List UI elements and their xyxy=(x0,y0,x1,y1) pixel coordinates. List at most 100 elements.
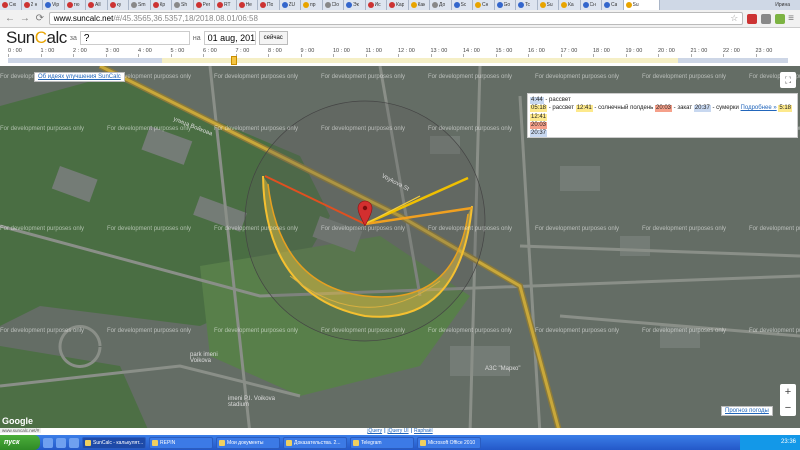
tab-favicon-icon xyxy=(475,2,481,8)
hour-tick-label: 12 : 00 xyxy=(398,48,415,57)
quicklaunch-icon[interactable] xyxy=(56,437,66,448)
hour-tick-label: 4 : 00 xyxy=(138,48,152,57)
extension-icon[interactable] xyxy=(761,13,772,24)
taskbar-window-button[interactable]: REPIN xyxy=(149,436,213,449)
browser-tab[interactable]: Эк xyxy=(344,0,366,10)
taskbar-window-button[interactable]: SunCalc - калькулят... xyxy=(82,436,146,449)
browser-tab[interactable]: Как xyxy=(408,0,430,10)
improve-suncalc-link[interactable]: Об идеях улучшения SunCalc xyxy=(34,72,125,82)
browser-tab[interactable]: Vip xyxy=(43,0,65,10)
jquery-link[interactable]: jQuery xyxy=(367,428,382,434)
tab-label: Сн xyxy=(589,2,596,8)
browser-tab[interactable]: До xyxy=(430,0,452,10)
taskbar-window-button[interactable]: Мои документы xyxy=(216,436,280,449)
zoom-in-button[interactable]: + xyxy=(780,384,796,400)
browser-tab[interactable]: 2 н xyxy=(21,0,43,10)
hour-tick-label: 15 : 00 xyxy=(495,48,513,57)
dev-watermark: For development purposes only xyxy=(428,226,513,232)
tab-favicon-icon xyxy=(410,2,417,8)
time-slider[interactable]: 0 : 00 1 : 00 2 : 00 3 : 00 4 : 00 5 : 00 6 : … xyxy=(8,48,788,65)
menu-icon[interactable]: ≡ xyxy=(785,13,797,25)
browser-tab[interactable]: Не xyxy=(236,0,258,10)
details-link[interactable]: Подробнее » xyxy=(741,105,777,111)
weather-forecast-link[interactable]: Прогноз погоды xyxy=(721,406,773,416)
quicklaunch-icon[interactable] xyxy=(43,437,53,448)
browser-tab[interactable]: Сн xyxy=(473,0,495,10)
tab-label: Кар xyxy=(396,2,405,8)
system-tray-clock[interactable]: 23:36 xyxy=(740,435,800,450)
hour-tick-label: 20 : 00 xyxy=(658,48,675,57)
forward-icon[interactable]: → xyxy=(19,13,31,25)
bookmark-star-icon[interactable]: ☆ xyxy=(730,13,738,24)
back-icon[interactable]: ← xyxy=(4,13,16,25)
tab-label: ку xyxy=(116,2,122,8)
browser-tab[interactable]: По xyxy=(258,0,280,10)
browser-tab[interactable]: ZU xyxy=(279,0,301,10)
today-button[interactable]: сейчас xyxy=(258,31,288,45)
place-input[interactable] xyxy=(79,31,190,45)
browser-tab[interactable]: пр xyxy=(301,0,323,10)
taskbar-window-button[interactable]: Доказательства. 2... xyxy=(283,436,347,449)
quicklaunch-icon[interactable] xyxy=(69,437,79,448)
raphael-link[interactable]: Raphaël xyxy=(414,428,433,434)
browser-tab[interactable]: Sm xyxy=(129,0,151,10)
taskbar-window-button[interactable]: Telegram xyxy=(350,436,414,449)
extension-icon[interactable] xyxy=(747,13,758,24)
start-button[interactable]: пуск xyxy=(0,435,40,450)
tab-label: Go xyxy=(503,2,511,8)
tab-favicon-icon xyxy=(88,2,94,8)
night-segment xyxy=(8,58,162,63)
tab-label: Кр xyxy=(159,2,166,8)
dusk-label: - сумерки xyxy=(712,105,739,112)
browser-tab[interactable]: Сю xyxy=(0,0,22,10)
browser-tab[interactable]: Su xyxy=(537,0,559,10)
extension-icon[interactable] xyxy=(775,13,786,24)
browser-tab[interactable]: Go xyxy=(494,0,516,10)
map-area[interactable]: For development purposes only For develop… xyxy=(0,66,800,434)
browser-tab[interactable]: Кр xyxy=(150,0,172,10)
zoom-out-button[interactable]: − xyxy=(780,400,796,416)
reload-icon[interactable]: ⟳ xyxy=(34,13,46,25)
hour-tick-label: 6 : 00 xyxy=(203,48,217,57)
google-logo: Google xyxy=(2,416,33,426)
browser-tab[interactable]: Clo xyxy=(322,0,344,10)
browser-tab[interactable]: RT xyxy=(215,0,237,10)
tab-favicon-icon xyxy=(2,2,8,8)
browser-tab[interactable]: All xyxy=(86,0,108,10)
dev-watermark: For development purposes only xyxy=(0,226,85,232)
tab-favicon-icon xyxy=(238,2,245,8)
browser-tab[interactable]: Sc xyxy=(451,0,473,10)
tab-label: Su xyxy=(546,2,553,8)
tab-favicon-icon xyxy=(496,2,503,8)
hour-ticks: 0 : 00 1 : 00 2 : 00 3 : 00 4 : 00 5 : 00 6 : … xyxy=(8,48,788,58)
browser-tab[interactable]: Ca xyxy=(602,0,624,10)
browser-tab[interactable]: тю xyxy=(64,0,86,10)
browser-tab[interactable]: Кар xyxy=(387,0,409,10)
tab-favicon-icon xyxy=(195,2,202,8)
browser-tab[interactable]: Per xyxy=(193,0,215,10)
browser-tab[interactable]: Сн xyxy=(580,0,602,10)
jqueryui-link[interactable]: jQuery UI xyxy=(387,428,408,434)
taskbar-window-button[interactable]: Microsoft Office 2010 xyxy=(417,436,481,449)
browser-tab[interactable]: Sh xyxy=(172,0,194,10)
dev-watermark: For development purposes only xyxy=(749,328,800,334)
tab-label: Сн xyxy=(482,2,489,8)
browser-toolbar: ← → ⟳ www.suncalc.net/#/45.3565,36.5357,… xyxy=(0,10,800,28)
browser-tab[interactable]: Ка xyxy=(559,0,581,10)
tab-label: Su xyxy=(632,2,639,8)
separator: | xyxy=(384,428,386,434)
tab-favicon-icon xyxy=(582,2,589,8)
profile-name[interactable]: Ирина xyxy=(775,0,790,10)
tab-favicon-icon xyxy=(152,2,159,8)
time-track[interactable] xyxy=(8,58,788,63)
browser-tab[interactable]: Su xyxy=(623,0,660,10)
date-input[interactable] xyxy=(203,31,256,45)
browser-tab[interactable]: Ис xyxy=(365,0,387,10)
time-slider-handle[interactable] xyxy=(231,56,238,65)
address-bar[interactable]: www.suncalc.net/#/45.3565,36.5357,18/201… xyxy=(48,12,744,25)
browser-tab[interactable]: ку xyxy=(107,0,129,10)
url-path: /#/45.3565,36.5357,18/2018.08.01/06:58 xyxy=(113,14,258,23)
fullscreen-button[interactable]: ⛶ xyxy=(780,72,796,88)
tab-favicon-icon xyxy=(45,2,51,8)
browser-tab[interactable]: Tc xyxy=(516,0,538,10)
